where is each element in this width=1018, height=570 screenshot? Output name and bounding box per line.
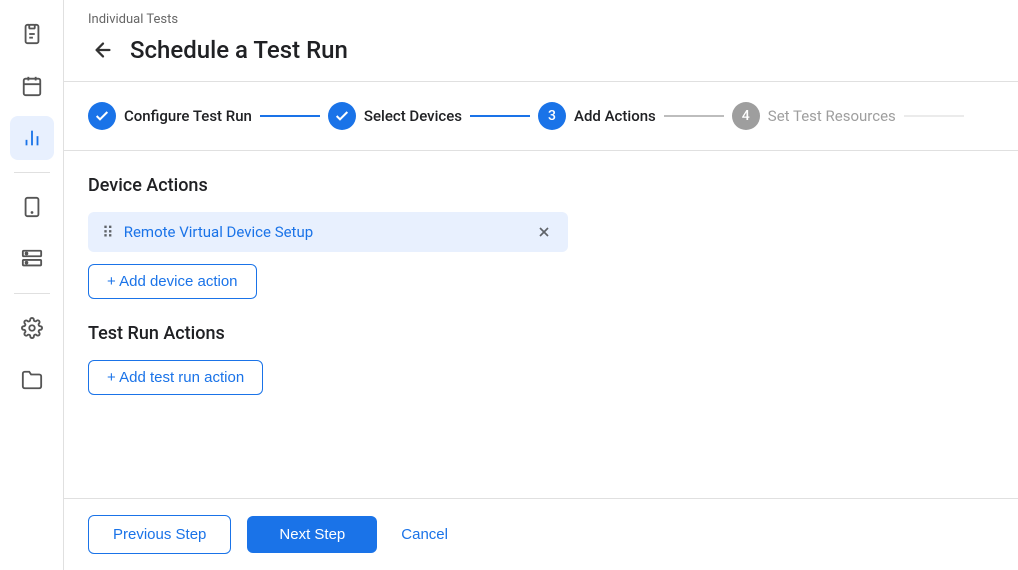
header: Individual Tests Schedule a Test Run bbox=[64, 0, 1018, 82]
connector-2 bbox=[470, 115, 530, 117]
step-label-add-actions: Add Actions bbox=[574, 107, 656, 125]
back-button[interactable] bbox=[88, 35, 118, 65]
step-select-devices: Select Devices bbox=[328, 102, 462, 130]
steps-bar: Configure Test Run Select Devices 3 Add … bbox=[64, 82, 1018, 151]
page-title: Schedule a Test Run bbox=[130, 36, 348, 64]
device-action-label-0: Remote Virtual Device Setup bbox=[124, 223, 524, 241]
drag-handle-icon[interactable]: ⠿ bbox=[102, 223, 114, 242]
test-run-actions-title: Test Run Actions bbox=[88, 323, 994, 344]
content-area: Device Actions ⠿ Remote Virtual Device S… bbox=[64, 151, 1018, 498]
previous-step-button[interactable]: Previous Step bbox=[88, 515, 231, 554]
step-configure: Configure Test Run bbox=[88, 102, 252, 130]
sidebar-item-settings[interactable] bbox=[10, 306, 54, 350]
step-label-select-devices: Select Devices bbox=[364, 107, 462, 125]
sidebar-divider-1 bbox=[14, 172, 50, 173]
device-actions-title: Device Actions bbox=[88, 175, 994, 196]
sidebar-divider-2 bbox=[14, 293, 50, 294]
device-action-chip-0: ⠿ Remote Virtual Device Setup bbox=[88, 212, 568, 252]
add-device-action-button[interactable]: + Add device action bbox=[88, 264, 257, 299]
test-run-actions-section: Test Run Actions + Add test run action bbox=[88, 323, 994, 395]
step-set-resources: 4 Set Test Resources bbox=[732, 102, 896, 130]
step-circle-configure bbox=[88, 102, 116, 130]
step-circle-add-actions: 3 bbox=[538, 102, 566, 130]
add-test-run-action-button[interactable]: + Add test run action bbox=[88, 360, 263, 395]
step-circle-set-resources: 4 bbox=[732, 102, 760, 130]
sidebar-item-folder[interactable] bbox=[10, 358, 54, 402]
sidebar bbox=[0, 0, 64, 570]
sidebar-item-clipboard[interactable] bbox=[10, 12, 54, 56]
breadcrumb: Individual Tests bbox=[88, 12, 994, 27]
sidebar-item-server[interactable] bbox=[10, 237, 54, 281]
sidebar-item-calendar[interactable] bbox=[10, 64, 54, 108]
step-circle-select-devices bbox=[328, 102, 356, 130]
step-label-configure: Configure Test Run bbox=[124, 107, 252, 125]
device-actions-section: Device Actions ⠿ Remote Virtual Device S… bbox=[88, 175, 994, 299]
device-action-close-0[interactable] bbox=[534, 222, 554, 242]
connector-1 bbox=[260, 115, 320, 117]
sidebar-item-chart[interactable] bbox=[10, 116, 54, 160]
next-step-button[interactable]: Next Step bbox=[247, 516, 377, 553]
connector-4 bbox=[904, 115, 964, 117]
sidebar-item-phone[interactable] bbox=[10, 185, 54, 229]
step-label-set-resources: Set Test Resources bbox=[768, 107, 896, 125]
main-content: Individual Tests Schedule a Test Run Con… bbox=[64, 0, 1018, 570]
step-add-actions: 3 Add Actions bbox=[538, 102, 656, 130]
connector-3 bbox=[664, 115, 724, 117]
footer: Previous Step Next Step Cancel bbox=[64, 498, 1018, 570]
cancel-button[interactable]: Cancel bbox=[393, 516, 456, 553]
